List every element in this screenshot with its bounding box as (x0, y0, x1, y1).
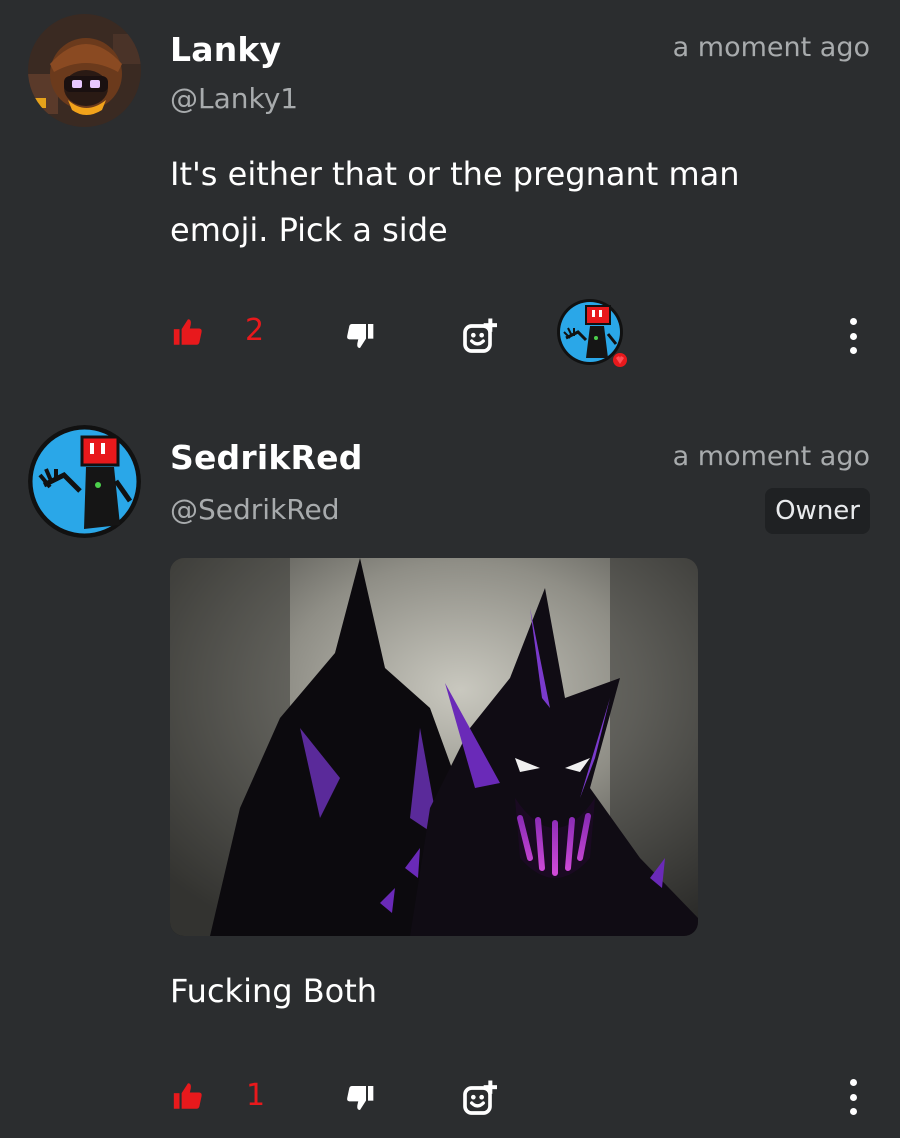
author-handle: @SedrikRed (170, 493, 340, 526)
like-count: 1 (246, 1078, 266, 1113)
user-avatar[interactable] (28, 425, 141, 538)
more-options-button[interactable] (847, 1079, 859, 1115)
add-reaction-icon (463, 1080, 497, 1115)
owner-badge: Owner (765, 488, 870, 534)
thumbs-up-icon (173, 1083, 202, 1109)
like-button[interactable] (170, 1078, 206, 1114)
comment-item: SedrikRed @SedrikRed a moment ago Owner (0, 0, 900, 1138)
comment-text: Fucking Both (170, 972, 378, 1010)
attached-image-content (170, 558, 698, 936)
avatar-sedrikred-image (28, 425, 141, 538)
timestamp: a moment ago (672, 441, 870, 472)
dislike-button[interactable] (342, 1080, 378, 1116)
thumbs-down-icon (347, 1086, 374, 1110)
add-reaction-button[interactable] (456, 1074, 504, 1122)
attached-image[interactable] (170, 558, 698, 936)
author-name[interactable]: SedrikRed (170, 438, 363, 477)
